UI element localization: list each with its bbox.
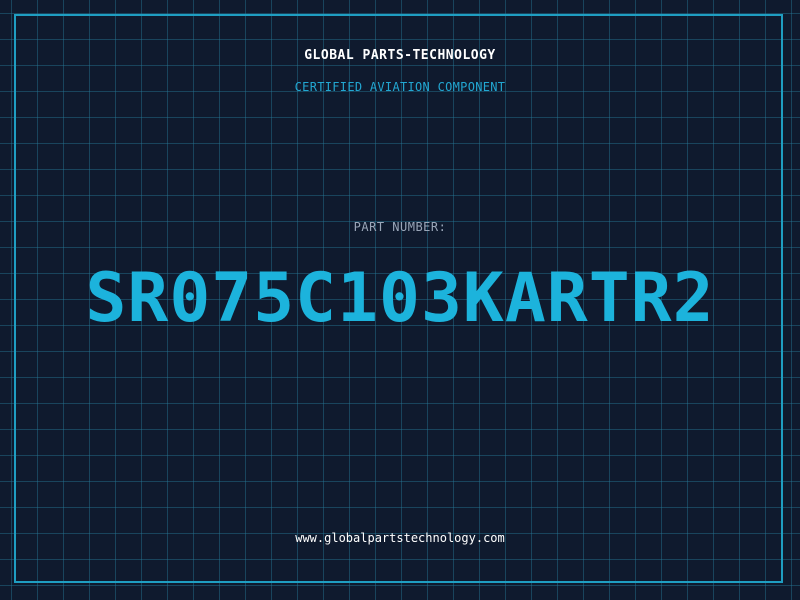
part-number-label: PART NUMBER: [353,220,447,234]
part-number-value: SR075C103KARTR2 [85,259,715,338]
company-name: GLOBAL PARTS-TECHNOLOGY [304,48,496,63]
tagline: CERTIFIED AVIATION COMPONENT [294,80,506,94]
website-url: www.globalpartstechnology.com [295,531,505,545]
